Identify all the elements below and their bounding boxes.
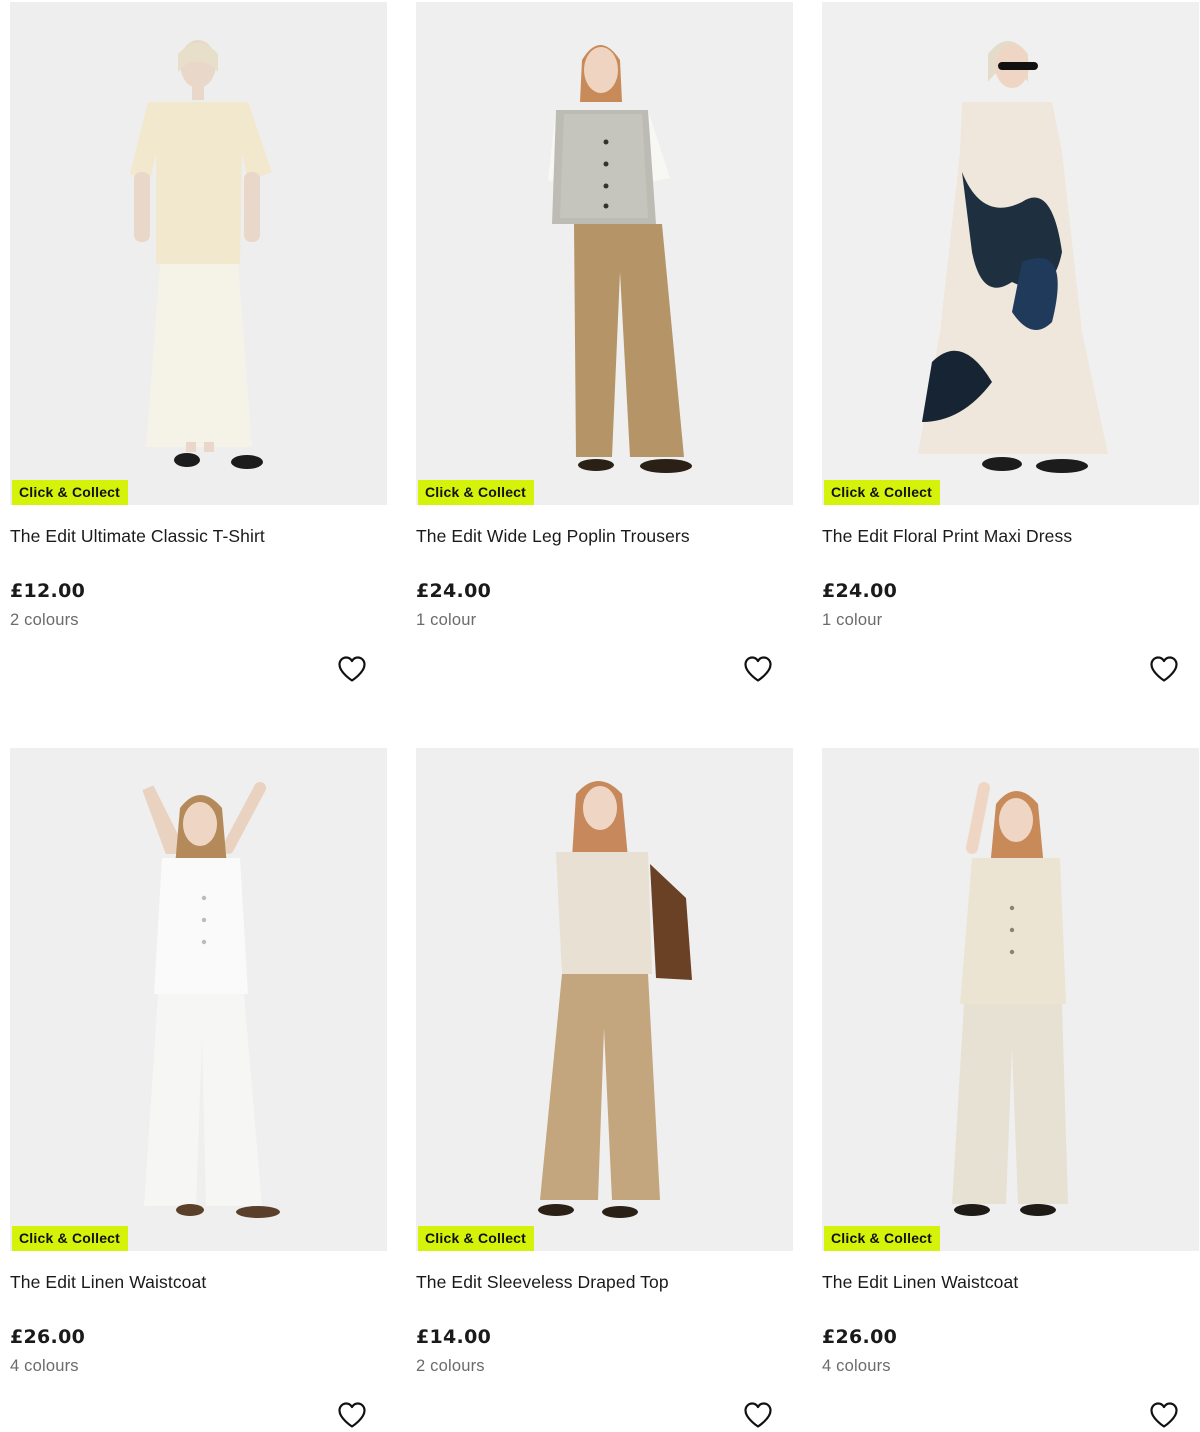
product-image[interactable]: Click & Collect	[822, 748, 1199, 1251]
product-card[interactable]: Click & Collect The Edit Sleeveless Drap…	[416, 748, 793, 1428]
product-card[interactable]: Click & Collect The Edit Ultimate Classi…	[10, 2, 387, 682]
heart-outline-icon	[1150, 1402, 1178, 1428]
product-grid: Click & Collect The Edit Ultimate Classi…	[0, 0, 1200, 1432]
wishlist-button[interactable]	[1147, 1398, 1181, 1432]
product-card[interactable]: Click & Collect The Edit Linen Waistcoat…	[822, 748, 1199, 1428]
wishlist-button[interactable]	[741, 1398, 775, 1432]
product-title[interactable]: The Edit Linen Waistcoat	[822, 1272, 1018, 1293]
click-collect-badge: Click & Collect	[418, 480, 535, 505]
product-title[interactable]: The Edit Wide Leg Poplin Trousers	[416, 526, 690, 547]
product-price: £14.00	[416, 1326, 492, 1348]
product-price: £24.00	[416, 580, 492, 602]
product-colours: 4 colours	[822, 1357, 891, 1375]
product-image[interactable]: Click & Collect	[10, 748, 387, 1251]
product-image[interactable]: Click & Collect	[10, 2, 387, 505]
heart-outline-icon	[1150, 656, 1178, 682]
wishlist-button[interactable]	[741, 652, 775, 686]
product-price: £24.00	[822, 580, 898, 602]
heart-outline-icon	[744, 656, 772, 682]
model-photo	[416, 748, 793, 1251]
product-image[interactable]: Click & Collect	[416, 2, 793, 505]
product-price: £12.00	[10, 580, 86, 602]
heart-outline-icon	[744, 1402, 772, 1428]
product-image[interactable]: Click & Collect	[822, 2, 1199, 505]
product-card[interactable]: Click & Collect The Edit Wide Leg Poplin…	[416, 2, 793, 682]
model-photo	[416, 2, 793, 505]
model-photo	[10, 2, 387, 505]
click-collect-badge: Click & Collect	[824, 480, 941, 505]
product-price: £26.00	[10, 1326, 86, 1348]
click-collect-badge: Click & Collect	[12, 1226, 129, 1251]
model-photo	[822, 2, 1199, 505]
wishlist-button[interactable]	[335, 1398, 369, 1432]
model-photo	[822, 748, 1199, 1251]
heart-outline-icon	[338, 656, 366, 682]
product-title[interactable]: The Edit Sleeveless Draped Top	[416, 1272, 669, 1293]
product-colours: 4 colours	[10, 1357, 79, 1375]
product-title[interactable]: The Edit Ultimate Classic T-Shirt	[10, 526, 265, 547]
product-card[interactable]: Click & Collect The Edit Floral Print Ma…	[822, 2, 1199, 682]
heart-outline-icon	[338, 1402, 366, 1428]
product-colours: 1 colour	[416, 611, 477, 629]
product-colours: 1 colour	[822, 611, 883, 629]
product-colours: 2 colours	[10, 611, 79, 629]
product-colours: 2 colours	[416, 1357, 485, 1375]
product-image[interactable]: Click & Collect	[416, 748, 793, 1251]
wishlist-button[interactable]	[335, 652, 369, 686]
model-photo	[10, 748, 387, 1251]
click-collect-badge: Click & Collect	[418, 1226, 535, 1251]
click-collect-badge: Click & Collect	[12, 480, 129, 505]
click-collect-badge: Click & Collect	[824, 1226, 941, 1251]
product-card[interactable]: Click & Collect The Edit Linen Waistcoat…	[10, 748, 387, 1428]
product-price: £26.00	[822, 1326, 898, 1348]
product-title[interactable]: The Edit Linen Waistcoat	[10, 1272, 206, 1293]
wishlist-button[interactable]	[1147, 652, 1181, 686]
product-title[interactable]: The Edit Floral Print Maxi Dress	[822, 526, 1072, 547]
